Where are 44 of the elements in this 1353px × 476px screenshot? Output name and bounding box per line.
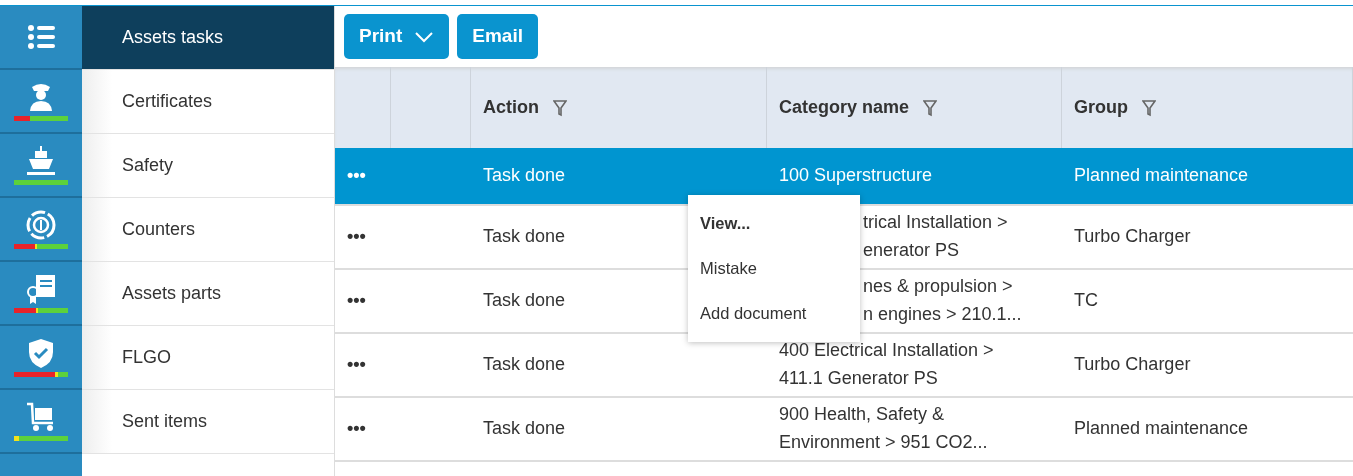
table-cell-text: 400 Electrical Installation > 411.1 Generator PS xyxy=(779,339,994,390)
table-cell-text: Task done xyxy=(483,353,566,377)
menu-item[interactable]: Add document xyxy=(688,291,860,336)
menu-item[interactable]: Mistake xyxy=(688,246,860,291)
nav-item[interactable]: Sent items xyxy=(82,390,334,454)
table-cell-text: Turbo Charger xyxy=(1074,225,1191,249)
table-cell-text: trical Installation > enerator PS xyxy=(863,211,1008,262)
table-cell-text: Task done xyxy=(483,417,566,441)
table-cell-text: Planned maintenance xyxy=(1074,164,1249,188)
row-menu[interactable]: ••• xyxy=(347,223,366,251)
row-menu[interactable]: ••• xyxy=(347,351,366,379)
table-cell-text: Turbo Charger xyxy=(1074,353,1191,377)
table-cell-text: Task done xyxy=(483,164,566,188)
status-bar xyxy=(14,116,68,121)
ship-icon[interactable] xyxy=(25,145,57,177)
column-header[interactable]: Category name xyxy=(779,94,910,121)
filter-icon[interactable] xyxy=(553,98,567,117)
column-header[interactable]: Group xyxy=(1074,94,1128,121)
filter-icon[interactable] xyxy=(1142,98,1156,117)
table-cell-text: Planned maintenance xyxy=(1074,417,1249,441)
nav-item[interactable]: Assets tasks xyxy=(82,6,334,70)
table-cell-text: Task done xyxy=(483,225,566,249)
certificate-icon[interactable] xyxy=(25,273,57,305)
nav-item[interactable]: FLGO xyxy=(82,326,334,390)
status-bar xyxy=(14,180,68,185)
nav-item[interactable]: Assets parts xyxy=(82,262,334,326)
filter-icon[interactable] xyxy=(923,98,938,117)
nav-item[interactable]: Safety xyxy=(82,134,334,198)
status-bar xyxy=(14,308,68,313)
coin-icon[interactable] xyxy=(25,209,57,241)
table-row[interactable]: ••• Task done 900 Health, Safety & Environment > 951 CO2... Planned maintenance xyxy=(335,398,1353,462)
row-menu[interactable]: ••• xyxy=(347,415,366,443)
status-bar xyxy=(14,372,68,377)
status-bar xyxy=(14,436,68,441)
table-cell-text: 900 Health, Safety & Environment > 951 CO2... xyxy=(779,403,988,454)
nav-item[interactable]: Certificates xyxy=(82,70,334,134)
table-cell-text: TC xyxy=(1074,289,1098,313)
status-bar xyxy=(14,244,68,249)
table-cell-text: Task done xyxy=(483,289,566,313)
column-header[interactable]: Action xyxy=(483,94,539,121)
table-cell-text: nes & propulsion > n engines > 210.1... xyxy=(863,275,1022,326)
table-cell-text: 100 Superstructure xyxy=(779,164,933,188)
nav-item[interactable]: Counters xyxy=(82,198,334,262)
row-menu[interactable]: ••• xyxy=(347,287,366,315)
